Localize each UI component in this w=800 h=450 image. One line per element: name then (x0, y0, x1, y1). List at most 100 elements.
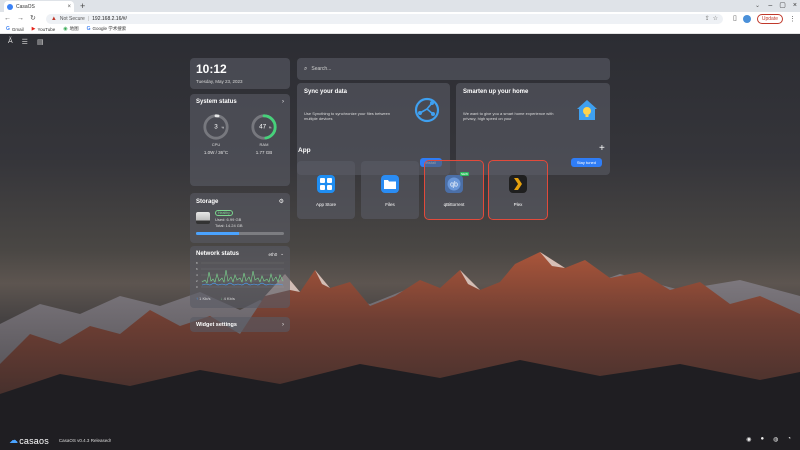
casaos-dashboard: Ă ☰ ▤ 10:12 Tuesday, May 23, 2023 System… (0, 34, 800, 450)
footer: ☁ casaos CasaOS v0.4.3 Released! (9, 435, 111, 446)
chevron-right-icon[interactable]: › (282, 99, 284, 105)
syncthing-icon (414, 97, 440, 123)
back-icon[interactable]: ← (4, 15, 11, 22)
new-badge: NEW (460, 172, 469, 176)
terminal-icon[interactable]: ▤ (37, 38, 44, 46)
add-app-button[interactable]: + (599, 144, 605, 154)
settings-sliders-icon[interactable]: ☰ (22, 38, 28, 46)
youtube-icon: ▶ (31, 26, 36, 32)
bookmark-scholar[interactable]: G Google 学术搜索 (87, 26, 127, 32)
upload-speed: ↑ 1 Kb/s (196, 296, 210, 301)
cpu-value: 3 (214, 123, 218, 130)
network-interface-select[interactable]: eth0 ⌄ (268, 251, 284, 257)
casaos-favicon-icon (7, 3, 13, 10)
network-status-widget: Network status eth0 ⌄ 8 6 4 2 0 ↑ 1 Kb/s… (190, 246, 290, 308)
chevron-right-icon: › (282, 321, 284, 328)
home-card-text: We want to give you a smart home experie… (463, 111, 554, 121)
cpu-label: CPU (211, 142, 221, 147)
casaos-logo: ☁ casaos (9, 435, 49, 446)
ram-value: 47 (259, 123, 267, 130)
search-bar[interactable]: ⌕ Search... (297, 58, 610, 80)
app-tile-files[interactable]: Files (361, 161, 419, 219)
bookmark-gmail[interactable]: G Gmail (6, 26, 24, 32)
storage-widget: Storage ⚙ Healthy Used: 6.99 GB Total: 1… (190, 193, 290, 243)
plex-icon (509, 175, 527, 193)
reload-icon[interactable]: ↻ (30, 15, 36, 22)
top-left-tools: Ă ☰ ▤ (8, 38, 44, 46)
search-icon: ⌕ (304, 65, 308, 72)
download-arrow-icon: ↓ (220, 296, 223, 301)
browser-tab[interactable]: CasaOS × (4, 1, 74, 12)
storage-usage-bar (196, 232, 284, 235)
app-name: Plex (513, 202, 523, 207)
net-y-tick: 8 (196, 261, 198, 265)
tab-search-icon[interactable]: ⌄ (755, 2, 760, 9)
language-icon[interactable]: Ă (8, 38, 13, 46)
storage-title: Storage (196, 198, 219, 205)
community-icon[interactable]: ◍ (773, 436, 778, 443)
bookmark-maps[interactable]: ◉ 地图 (63, 26, 78, 32)
close-window-icon[interactable]: × (793, 1, 797, 10)
app-tile-plex[interactable]: Plex (488, 160, 548, 220)
sync-card-text: Use Syncthing to synchronize your files … (304, 111, 391, 121)
ram-usage: 1.77 GB (255, 150, 273, 155)
qbittorrent-icon: qb NEW (445, 172, 469, 193)
app-tile-qbittorrent[interactable]: qb NEW qBittorrent (424, 160, 484, 220)
gear-icon[interactable]: ⚙ (279, 198, 284, 205)
storage-used: Used: 6.99 GB (215, 217, 242, 222)
update-button[interactable]: Update (756, 13, 783, 24)
forward-icon[interactable]: → (17, 15, 24, 22)
new-tab-button[interactable]: + (80, 1, 85, 11)
address-bar[interactable]: ▲ Not Secure | 192.168.2.16/#/ ⇪ ☆ (45, 13, 724, 24)
system-status-title: System status (196, 99, 237, 105)
browser-tab-bar: CasaOS × + ⌄ – ▢ × (0, 0, 800, 12)
disk-icon (196, 212, 210, 224)
folder-icon (381, 175, 399, 193)
minimize-icon[interactable]: – (768, 1, 772, 10)
svg-text:qb: qb (450, 182, 458, 189)
close-tab-icon[interactable]: × (67, 4, 71, 10)
ram-gauge: 47 % RAM 1.77 GB (250, 113, 278, 155)
app-name: Files (385, 202, 395, 207)
profile-avatar[interactable] (742, 14, 751, 23)
bookmark-youtube[interactable]: ▶ YouTube (32, 26, 56, 32)
upload-value: 1 Kb/s (199, 296, 211, 301)
address-separator: | (87, 15, 90, 22)
security-label[interactable]: Not Secure (60, 16, 85, 22)
bookmarks-bar: G Gmail ▶ YouTube ◉ 地图 G Google 学术搜索 (0, 25, 800, 34)
bookmark-star-icon[interactable]: ☆ (713, 15, 718, 22)
toolbar-right: ▯ Update ⋮ (733, 13, 796, 24)
github-icon[interactable]: ● (761, 436, 765, 443)
casaos-logo-icon: ☁ (9, 435, 19, 445)
cpu-ring: 3 % (203, 114, 229, 140)
browser-menu-icon[interactable]: ⋮ (789, 15, 796, 23)
maximize-icon[interactable]: ▢ (779, 1, 786, 10)
download-value: 4 Kb/s (223, 296, 235, 301)
storage-health-badge: Healthy (215, 210, 233, 216)
clock-date: Tuesday, May 23, 2023 (196, 79, 243, 84)
bookmark-label: Google 学术搜索 (92, 26, 127, 31)
side-panel-icon[interactable]: ▯ (733, 15, 737, 22)
chevron-down-icon: ⌄ (280, 251, 284, 256)
widget-settings-button[interactable]: Widget settings › (190, 317, 290, 332)
net-y-tick: 6 (196, 267, 198, 271)
url-text[interactable]: 192.168.2.16/#/ (92, 16, 701, 22)
net-y-tick: 2 (196, 279, 198, 283)
search-input[interactable]: Search... (311, 66, 331, 72)
bookmark-label: Gmail (11, 26, 24, 32)
share-icon[interactable]: ◔ (787, 436, 791, 443)
window-controls: – ▢ × (768, 1, 797, 10)
system-status-widget: System status › 3 % CPU 1.0W / 36°C 47 %… (190, 94, 290, 186)
upload-arrow-icon: ↑ (196, 296, 198, 301)
share-icon[interactable]: ⇪ (705, 15, 710, 22)
app-tile-app-store[interactable]: App Store (297, 161, 355, 219)
discord-icon[interactable]: ◉ (746, 436, 751, 443)
bookmark-label: 地图 (69, 26, 79, 31)
upload-line (201, 282, 284, 286)
stay-tuned-button[interactable]: Stay tuned (570, 158, 602, 167)
smart-home-icon (577, 100, 597, 120)
app-section-title: App (298, 147, 311, 154)
logo-text: casaos (19, 435, 49, 446)
cpu-gauge: 3 % CPU 1.0W / 36°C (202, 113, 230, 155)
release-notice[interactable]: CasaOS v0.4.3 Released! (59, 438, 111, 443)
